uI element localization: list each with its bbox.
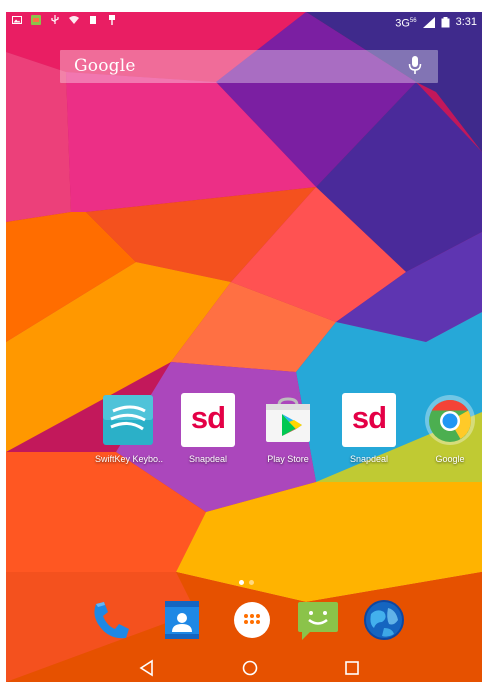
battery-status-icon (90, 16, 96, 24)
app-snapdeal[interactable]: sd Snapdeal (175, 393, 241, 464)
messaging-icon (298, 602, 338, 640)
app-label: SwiftKey Keybo.. (95, 454, 164, 464)
dock-phone[interactable] (88, 598, 132, 642)
app-notification-icon (31, 15, 41, 25)
system-status: 3G56 3:31 (395, 15, 477, 31)
snapdeal-logo-text: sd (190, 400, 226, 435)
notification-icons (12, 15, 117, 25)
google-logo: Google (74, 56, 136, 76)
google-search-bar[interactable]: Google (60, 50, 438, 83)
app-play-store[interactable]: Play Store (255, 393, 321, 464)
microphone-icon[interactable] (408, 55, 422, 77)
network-type: 3G56 (395, 17, 417, 30)
page-dot (249, 580, 254, 585)
snapdeal-logo-text: sd (351, 400, 387, 435)
app-google-chrome[interactable]: Google (417, 393, 482, 464)
snapdeal-icon: sd (342, 393, 396, 447)
status-bar: 3G56 3:31 (6, 12, 482, 32)
app-label: Snapdeal (349, 454, 389, 464)
snapdeal-icon: sd (181, 393, 235, 447)
dock-browser[interactable] (362, 598, 406, 642)
signal-icon (422, 17, 435, 29)
browser-icon (364, 600, 404, 640)
app-drawer-icon (234, 602, 270, 638)
clock: 3:31 (455, 16, 477, 29)
page-indicator (239, 580, 254, 585)
chrome-icon (423, 393, 477, 447)
app-label: Snapdeal (188, 454, 228, 464)
dock-contacts[interactable] (160, 598, 204, 642)
download-icon (109, 15, 115, 25)
dock-messaging[interactable] (296, 598, 340, 642)
app-swiftkey[interactable]: SwiftKey Keybo.. (95, 393, 164, 464)
back-icon[interactable] (137, 658, 157, 678)
wifi-icon (69, 16, 79, 24)
app-snapdeal-2[interactable]: sd Snapdeal (336, 393, 402, 464)
page-dot-active (239, 580, 244, 585)
navigation-bar (6, 652, 482, 682)
dock-app-drawer[interactable] (230, 598, 274, 642)
gallery-icon (12, 16, 22, 24)
usb-icon (51, 15, 59, 24)
phone-icon (94, 602, 129, 639)
swiftkey-icon (101, 393, 155, 447)
battery-icon (441, 17, 450, 28)
recents-icon[interactable] (342, 658, 362, 678)
app-label: Play Store (267, 454, 309, 464)
play-store-icon (261, 393, 315, 447)
home-screen: 3G56 3:31 Google SwiftKey Keybo.. sd Sna… (6, 12, 482, 682)
app-label: Google (435, 454, 465, 464)
home-icon[interactable] (240, 658, 260, 678)
contacts-icon (165, 601, 199, 639)
